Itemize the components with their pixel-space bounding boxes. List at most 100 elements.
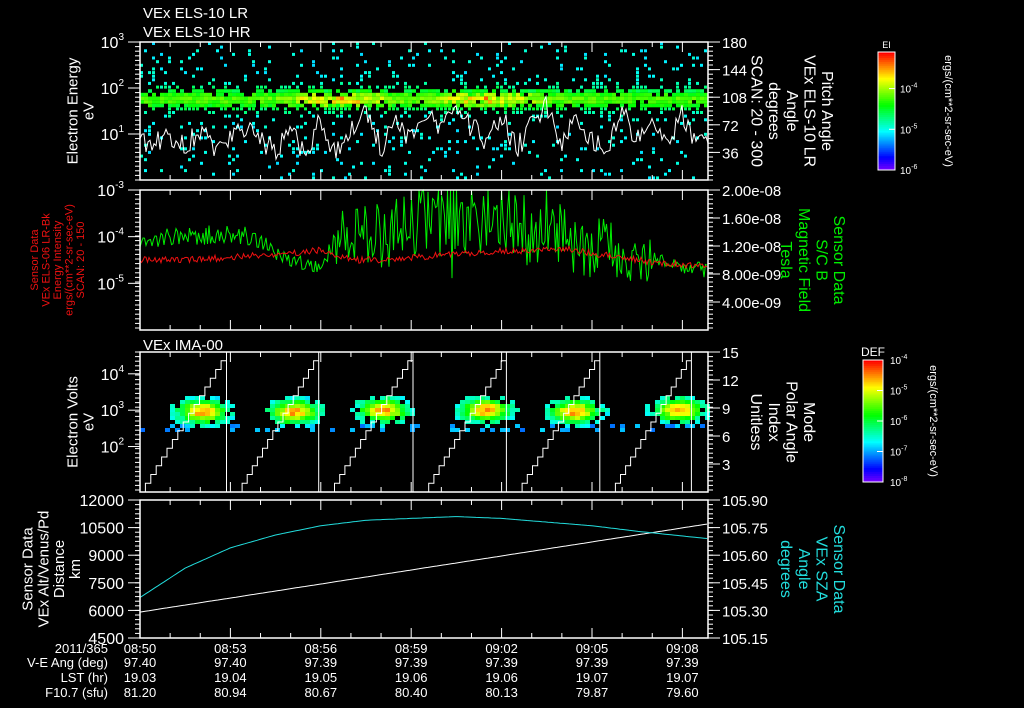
spectrogram-cell bbox=[612, 97, 616, 101]
spectrogram-cell bbox=[568, 100, 572, 104]
spectrogram-cell bbox=[336, 107, 339, 110]
spectrogram-cell bbox=[420, 89, 424, 93]
spectrogram-cell bbox=[232, 53, 235, 56]
spectrogram-cell bbox=[364, 176, 367, 179]
spectrogram-cell bbox=[340, 111, 343, 114]
spectrogram-cell bbox=[375, 408, 380, 412]
spectrogram-cell bbox=[596, 82, 599, 85]
spectrogram-cell bbox=[300, 64, 303, 67]
spectrogram-cell bbox=[688, 53, 691, 56]
spectrogram-cell bbox=[596, 86, 599, 89]
spectrogram-cell bbox=[244, 111, 247, 114]
spectrogram-cell bbox=[340, 107, 343, 110]
tick-exponent: 3 bbox=[118, 400, 124, 411]
spectrogram-cell bbox=[492, 104, 496, 108]
spectrogram-cell bbox=[472, 89, 476, 93]
spectrogram-cell bbox=[244, 100, 248, 104]
spectrogram-cell bbox=[336, 158, 339, 161]
spectrogram-cell bbox=[456, 97, 460, 101]
spectrogram-cell bbox=[465, 396, 470, 400]
spectrogram-cell bbox=[675, 396, 680, 400]
spectrogram-cell bbox=[300, 97, 304, 101]
spectrogram-cell bbox=[424, 169, 427, 172]
spectrogram-cell bbox=[560, 67, 563, 70]
spectrogram-cell bbox=[312, 176, 315, 179]
spectrogram-cell bbox=[556, 107, 559, 110]
spectrogram-cell bbox=[312, 64, 315, 67]
spectrogram-cell bbox=[308, 111, 311, 114]
spectrogram-cell bbox=[220, 100, 224, 104]
table-row-label: 2011/365 bbox=[55, 641, 108, 656]
spectrogram-cell bbox=[636, 118, 639, 121]
table-cell: 97.40 bbox=[214, 655, 247, 670]
spectrogram-cell bbox=[404, 97, 408, 101]
spectrogram-cell bbox=[670, 416, 675, 420]
spectrogram-cell bbox=[452, 89, 456, 93]
tick-exponent: -5 bbox=[901, 385, 907, 392]
spectrogram-cell bbox=[644, 49, 647, 52]
spectrogram-cell bbox=[188, 158, 191, 161]
spectrogram-cell bbox=[680, 412, 685, 416]
tick-exponent: -4 bbox=[115, 227, 124, 238]
right-axis-label-line: Index bbox=[765, 402, 782, 441]
spectrogram-cell bbox=[455, 416, 460, 420]
spectrogram-cell bbox=[180, 126, 183, 129]
spectrogram-cell bbox=[660, 104, 664, 108]
spectrogram-cell bbox=[684, 115, 687, 118]
spectrogram-cell bbox=[295, 416, 300, 420]
spectrogram-cell bbox=[188, 93, 192, 97]
spectrogram-cell bbox=[210, 400, 215, 404]
spectrogram-cell bbox=[188, 100, 192, 104]
spectrogram-cell bbox=[396, 75, 399, 78]
spectrogram-cell bbox=[380, 93, 384, 97]
spectrogram-cell bbox=[152, 104, 156, 108]
spectrogram-cell bbox=[592, 93, 596, 97]
spectrogram-cell bbox=[360, 400, 365, 404]
spectrogram-cell bbox=[376, 86, 379, 89]
right-tick-label: 36 bbox=[722, 145, 739, 162]
spectrogram-cell bbox=[364, 89, 368, 93]
spectrogram-cell bbox=[260, 104, 264, 108]
spectrogram-cell bbox=[520, 93, 524, 97]
spectrogram-cell bbox=[508, 97, 512, 101]
spectrogram-cell bbox=[320, 89, 324, 93]
spectrogram-cell bbox=[565, 412, 570, 416]
spectrogram-cell bbox=[520, 428, 525, 432]
spectrogram-cell bbox=[288, 100, 292, 104]
spectrogram-cell bbox=[348, 147, 351, 150]
right-axis-label-line: degrees bbox=[777, 540, 794, 598]
spectrogram-cell bbox=[316, 71, 319, 74]
spectrogram-cell bbox=[215, 396, 220, 400]
spectrogram-cell bbox=[404, 173, 407, 176]
left-tick-label: 6000 bbox=[88, 603, 124, 620]
spectrogram-cell bbox=[424, 100, 428, 104]
spectrogram-cell bbox=[205, 424, 210, 428]
spectrogram-cell bbox=[388, 166, 391, 169]
spectrogram-cell bbox=[492, 147, 495, 150]
spectrogram-cell bbox=[305, 404, 310, 408]
spectrogram-cell bbox=[295, 424, 300, 428]
spectrogram-cell bbox=[556, 104, 560, 108]
colorbar-unit: ergs/(cm**2-sr-sec-eV) bbox=[927, 365, 939, 477]
spectrogram-cell bbox=[290, 400, 295, 404]
spectrogram-cell bbox=[632, 89, 636, 93]
tick-exponent: -8 bbox=[901, 476, 907, 483]
spectrogram-cell bbox=[332, 78, 335, 81]
spectrogram-cell bbox=[332, 100, 336, 104]
spectrogram-cell bbox=[555, 416, 560, 420]
spectrogram-cell bbox=[364, 93, 368, 97]
spectrogram-cell bbox=[664, 107, 667, 110]
spectrogram-cell bbox=[392, 86, 395, 89]
spectrogram-cell bbox=[148, 71, 151, 74]
spectrogram-cell bbox=[532, 97, 536, 101]
spectrogram-cell bbox=[460, 93, 464, 97]
spectrogram-cell bbox=[675, 408, 680, 412]
spectrogram-cell bbox=[692, 176, 695, 179]
spectrogram-cell bbox=[465, 416, 470, 420]
spectrogram-cell bbox=[556, 93, 560, 97]
spectrogram-cell bbox=[248, 97, 252, 101]
spectrogram-cell bbox=[196, 89, 200, 93]
spectrogram-cell bbox=[312, 86, 315, 89]
spectrogram-cell bbox=[540, 173, 543, 176]
spectrogram-cell bbox=[580, 86, 583, 89]
